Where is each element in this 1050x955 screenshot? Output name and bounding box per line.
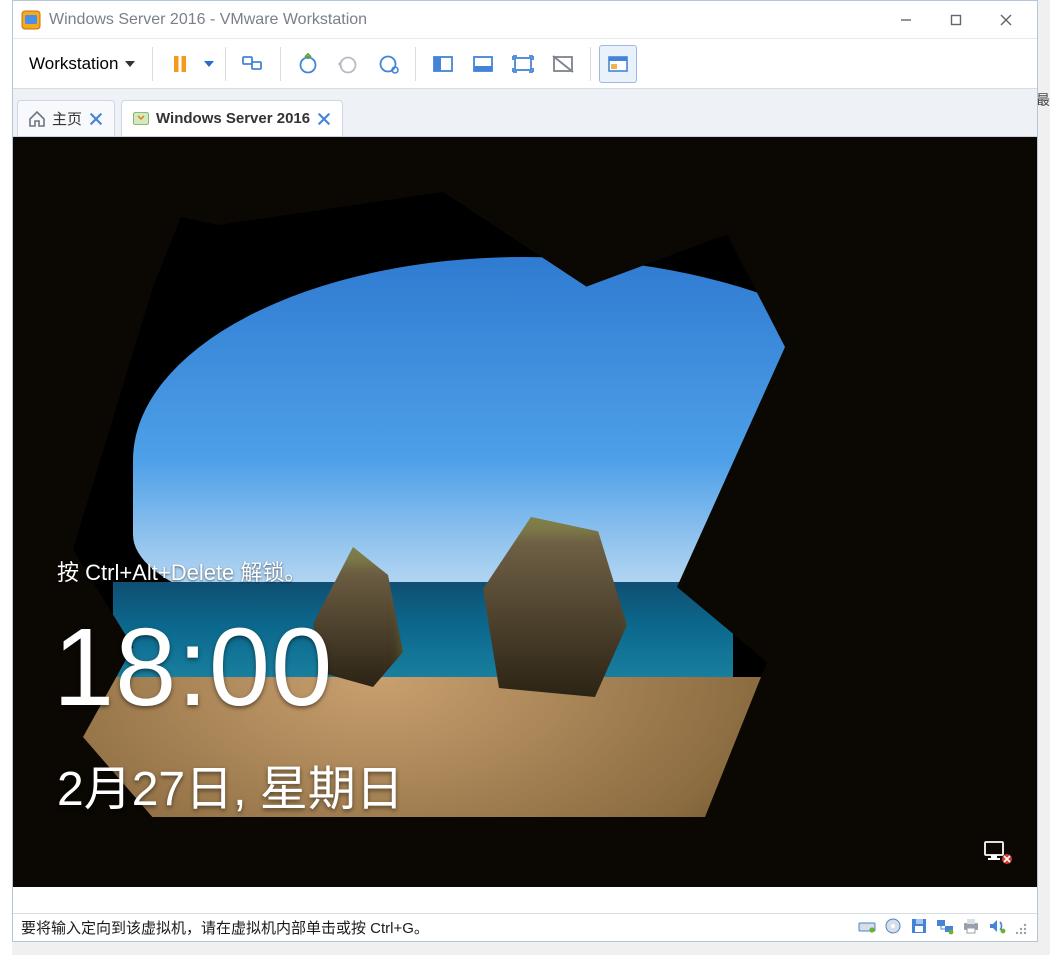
- fit-guest-button[interactable]: [424, 45, 462, 83]
- send-ctrl-alt-del-button[interactable]: [234, 45, 272, 83]
- statusbar: 要将输入定向到该虚拟机，请在虚拟机内部单击或按 Ctrl+G。: [13, 913, 1037, 941]
- toolbar-separator: [590, 47, 591, 81]
- sound-icon[interactable]: [987, 917, 1007, 939]
- fullscreen-button[interactable]: [504, 45, 542, 83]
- chevron-down-icon: [124, 58, 136, 70]
- network-disconnected-icon: [983, 839, 1013, 865]
- revert-snapshot-button[interactable]: [329, 45, 367, 83]
- tab-home-label: 主页: [52, 108, 82, 129]
- power-menu-dropdown[interactable]: [201, 45, 217, 83]
- console-view-button[interactable]: [464, 45, 502, 83]
- printer-icon[interactable]: [961, 917, 981, 939]
- pause-vm-button[interactable]: [161, 45, 199, 83]
- workstation-menu-label: Workstation: [29, 54, 118, 74]
- titlebar: Windows Server 2016 - VMware Workstation: [13, 1, 1037, 39]
- vmware-workstation-window: Windows Server 2016 - VMware Workstation…: [12, 0, 1038, 942]
- device-tray: [857, 917, 1007, 939]
- network-adapter-icon[interactable]: [935, 917, 955, 939]
- hard-disk-icon[interactable]: [857, 917, 877, 939]
- cd-dvd-icon[interactable]: [883, 917, 903, 939]
- host-background-strip: [0, 0, 12, 955]
- show-thumbnail-bar-button[interactable]: [599, 45, 637, 83]
- vm-icon: [132, 110, 150, 128]
- close-icon: [88, 111, 104, 127]
- unity-button[interactable]: [544, 45, 582, 83]
- toolbar: Workstation: [13, 39, 1037, 89]
- wallpaper-cave: [677, 137, 1037, 887]
- resize-grip-icon[interactable]: [1011, 919, 1029, 937]
- maximize-button[interactable]: [931, 1, 981, 39]
- vm-display[interactable]: 按 Ctrl+Alt+Delete 解锁。 18:00 2月27日, 星期日: [13, 137, 1037, 887]
- toolbar-separator: [152, 47, 153, 81]
- take-snapshot-button[interactable]: [289, 45, 327, 83]
- vmware-app-icon: [21, 10, 41, 30]
- close-button[interactable]: [981, 1, 1031, 39]
- tab-vm[interactable]: Windows Server 2016: [121, 100, 343, 136]
- manage-snapshots-button[interactable]: [369, 45, 407, 83]
- lock-screen-date: 2月27日, 星期日: [57, 749, 404, 819]
- tab-home-close[interactable]: [88, 111, 104, 127]
- close-icon: [316, 111, 332, 127]
- tab-vm-label: Windows Server 2016: [156, 110, 310, 127]
- lock-screen-time: 18:00: [53, 613, 333, 723]
- tab-vm-close[interactable]: [316, 111, 332, 127]
- lock-screen-hint: 按 Ctrl+Alt+Delete 解锁。: [57, 555, 306, 587]
- window-title: Windows Server 2016 - VMware Workstation: [49, 11, 367, 29]
- floppy-icon[interactable]: [909, 917, 929, 939]
- chevron-down-icon: [203, 58, 215, 70]
- toolbar-separator: [280, 47, 281, 81]
- minimize-button[interactable]: [881, 1, 931, 39]
- wallpaper-cave: [13, 817, 1037, 887]
- home-icon: [28, 110, 46, 128]
- workstation-menu[interactable]: Workstation: [21, 50, 144, 78]
- toolbar-separator: [415, 47, 416, 81]
- tab-row: 主页 Windows Server 2016: [13, 89, 1037, 137]
- statusbar-hint: 要将输入定向到该虚拟机，请在虚拟机内部单击或按 Ctrl+G。: [21, 917, 857, 938]
- toolbar-separator: [225, 47, 226, 81]
- tab-home[interactable]: 主页: [17, 100, 115, 136]
